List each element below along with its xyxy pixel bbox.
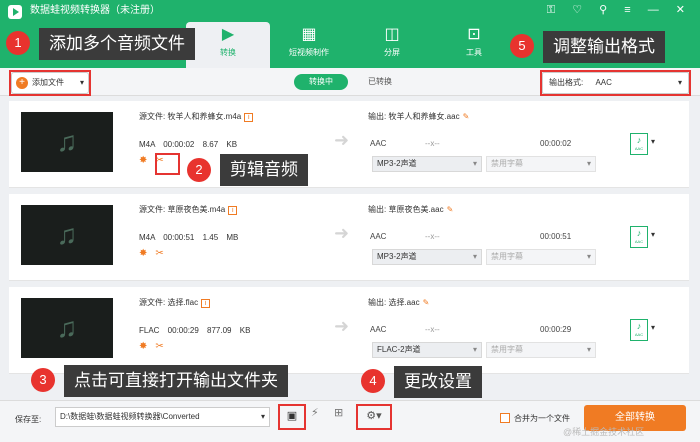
annotation-callout: 添加多个音频文件 xyxy=(39,28,195,60)
annotation-number: 1 xyxy=(6,31,30,55)
arrow-right-icon: ➜ xyxy=(334,223,350,243)
source-meta: M4A 00:00:02 8.67 KB xyxy=(139,140,238,149)
tab-split-screen-label: 分屏 xyxy=(384,48,400,57)
save-path-value: D:\数据蛙\数据蛙视频转换器\Converted xyxy=(60,412,200,421)
source-file-name: 源文件: 牧羊人和养蜂女.m4a i xyxy=(139,111,254,122)
format-icon[interactable]: ♪ AAC xyxy=(630,133,648,155)
highlight-settings xyxy=(356,404,392,430)
subtitle-select[interactable]: 禁用字幕 ▾ xyxy=(486,249,596,265)
save-to-label: 保存至: xyxy=(15,415,42,424)
chevron-down-icon: ▾ xyxy=(586,252,591,261)
resolution: --x-- xyxy=(425,139,440,148)
audio-channel-select[interactable]: MP3-2声道 ▾ xyxy=(372,249,482,265)
annotation-number: 2 xyxy=(187,158,211,182)
audio-channel-select[interactable]: FLAC-2声道 ▾ xyxy=(372,342,482,358)
tab-converting[interactable]: 转换中 xyxy=(294,74,348,90)
output-file-name: 输出: 草原夜色美.aac ✎ xyxy=(368,205,454,214)
chevron-down-icon: ▾ xyxy=(586,345,591,354)
convert-icon: ▶ xyxy=(221,26,235,43)
format-icon[interactable]: ♪ AAC xyxy=(630,319,648,341)
app-logo-icon xyxy=(8,5,22,19)
duration: 00:00:51 xyxy=(540,232,572,241)
highlight-format xyxy=(540,70,691,96)
annotation-number: 5 xyxy=(510,34,534,58)
highlight-open-folder xyxy=(278,404,306,430)
file-row[interactable]: ♫ 源文件: 牧羊人和养蜂女.m4a i M4A 00:00:02 8.67 KB… xyxy=(9,101,689,188)
window-controls[interactable]: ⚿ ♡ ⚲ ≡ — ✕ xyxy=(547,3,692,17)
lightning-icon[interactable]: ⚡ xyxy=(311,406,319,419)
toolbox-icon: ⊡ xyxy=(467,26,481,43)
highlight-cut xyxy=(155,153,180,175)
cut-icon[interactable]: ✂ xyxy=(155,248,163,259)
merge-label: 合并为一个文件 xyxy=(514,414,570,423)
chevron-down-icon: ▾ xyxy=(260,412,265,421)
effects-icon[interactable]: ✸ xyxy=(139,341,147,352)
annotation-callout: 剪辑音频 xyxy=(220,154,308,186)
source-meta: FLAC 00:00:29 877.09 KB xyxy=(139,326,251,335)
edit-tools: ✸ ✂ xyxy=(139,341,172,352)
highlight-add-file xyxy=(9,70,91,96)
info-icon[interactable]: i xyxy=(201,299,211,308)
chevron-down-icon: ▾ xyxy=(472,159,477,168)
music-note-icon: ♫ xyxy=(21,205,113,265)
tab-split-screen[interactable]: ◫ 分屏 xyxy=(350,22,434,68)
save-path-select[interactable]: D:\数据蛙\数据蛙视频转换器\Converted ▾ xyxy=(55,407,270,427)
watermark: @稀土掘金技术社区 xyxy=(563,427,645,437)
source-file-name: 源文件: 选择.flac i xyxy=(139,297,211,308)
cut-icon[interactable]: ✂ xyxy=(155,341,163,352)
tab-short-video-label: 短视频制作 xyxy=(289,48,329,57)
tab-tools[interactable]: ⊡ 工具 xyxy=(432,22,516,68)
edit-tools: ✸ ✂ xyxy=(139,248,172,259)
chevron-down-icon: ▾ xyxy=(472,345,477,354)
arrow-right-icon: ➜ xyxy=(334,130,350,150)
tab-convert-label: 转换 xyxy=(220,48,236,57)
info-icon[interactable]: i xyxy=(244,113,254,122)
annotation-number: 4 xyxy=(361,369,385,393)
duration: 00:00:29 xyxy=(540,325,572,334)
effects-icon[interactable]: ✸ xyxy=(139,248,147,259)
pen-icon[interactable]: ✎ xyxy=(463,112,470,121)
annotation-number: 3 xyxy=(31,368,55,392)
duration: 00:00:02 xyxy=(540,139,572,148)
chevron-down-icon[interactable]: ▾ xyxy=(651,137,655,146)
app-title: 数据蛙视频转换器（未注册） xyxy=(30,5,160,16)
codec: AAC xyxy=(370,232,387,241)
subtitle-select[interactable]: 禁用字幕 ▾ xyxy=(486,156,596,172)
output-file-name: 输出: 牧羊人和养蜂女.aac ✎ xyxy=(368,112,470,121)
chevron-down-icon[interactable]: ▾ xyxy=(651,230,655,239)
music-note-icon: ♫ xyxy=(21,298,113,358)
file-row[interactable]: ♫ 源文件: 选择.flac i FLAC 00:00:29 877.09 KB … xyxy=(9,287,689,374)
codec: AAC xyxy=(370,139,387,148)
resolution: --x-- xyxy=(425,325,440,334)
pen-icon[interactable]: ✎ xyxy=(447,205,454,214)
resolution: --x-- xyxy=(425,232,440,241)
merge-checkbox[interactable] xyxy=(500,413,510,423)
split-screen-icon: ◫ xyxy=(384,26,400,43)
format-icon[interactable]: ♪ AAC xyxy=(630,226,648,248)
audio-channel-select[interactable]: MP3-2声道 ▾ xyxy=(372,156,482,172)
annotation-callout: 调整输出格式 xyxy=(543,31,665,63)
chevron-down-icon: ▾ xyxy=(472,252,477,261)
file-row[interactable]: ♫ 源文件: 草原夜色美.m4a i M4A 00:00:51 1.45 MB ✸… xyxy=(9,194,689,281)
effects-icon[interactable]: ✸ xyxy=(139,155,147,166)
annotation-callout: 点击可直接打开输出文件夹 xyxy=(64,365,288,397)
source-meta: M4A 00:00:51 1.45 MB xyxy=(139,233,239,242)
image-icon: ▦ xyxy=(301,26,317,43)
tab-convert[interactable]: ▶ 转换 xyxy=(186,22,270,68)
info-icon[interactable]: i xyxy=(228,206,238,215)
annotation-callout: 更改设置 xyxy=(394,366,482,398)
chevron-down-icon[interactable]: ▾ xyxy=(651,323,655,332)
tab-tools-label: 工具 xyxy=(466,48,482,57)
source-file-name: 源文件: 草原夜色美.m4a i xyxy=(139,204,238,215)
subtitle-select[interactable]: 禁用字幕 ▾ xyxy=(486,342,596,358)
output-file-name: 输出: 选择.aac ✎ xyxy=(368,298,430,307)
music-note-icon: ♫ xyxy=(21,112,113,172)
chevron-down-icon: ▾ xyxy=(586,159,591,168)
arrow-right-icon: ➜ xyxy=(334,316,350,336)
pen-icon[interactable]: ✎ xyxy=(423,298,430,307)
hardware-accel-icon[interactable]: ⊞ xyxy=(334,406,343,419)
tab-converted[interactable]: 已转换 xyxy=(360,74,400,90)
tab-short-video[interactable]: ▦ 短视频制作 xyxy=(267,22,351,68)
codec: AAC xyxy=(370,325,387,334)
